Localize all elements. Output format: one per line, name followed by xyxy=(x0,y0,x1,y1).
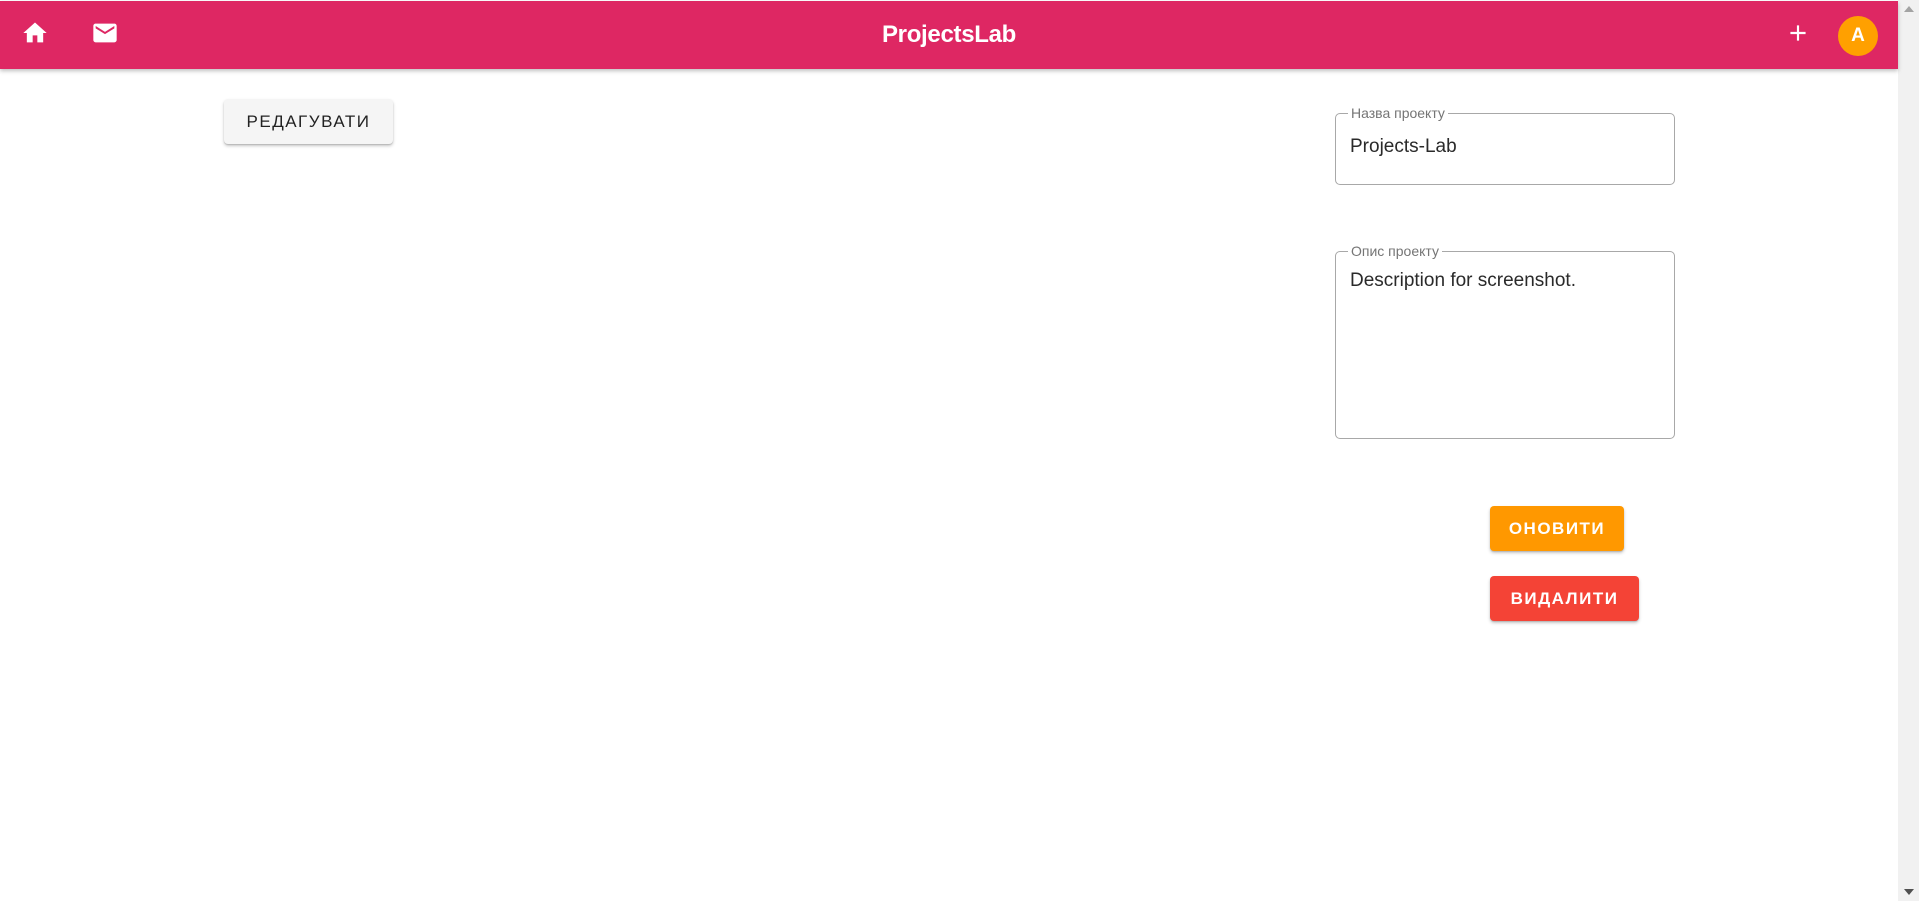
user-avatar[interactable]: A xyxy=(1838,16,1878,56)
plus-icon xyxy=(1785,20,1811,51)
project-description-field[interactable]: Опис проекту Description for screenshot. xyxy=(1335,243,1675,439)
page: ProjectsLab A РЕДАГУВАТИ Назва проекту P… xyxy=(0,0,1919,901)
project-description-label: Опис проекту xyxy=(1348,243,1442,259)
scroll-up-arrow-icon[interactable] xyxy=(1904,6,1914,12)
delete-button[interactable]: ВИДАЛИТИ xyxy=(1490,576,1639,621)
edit-button[interactable]: РЕДАГУВАТИ xyxy=(224,99,393,144)
add-project-button[interactable] xyxy=(1774,11,1822,59)
scroll-down-arrow-icon[interactable] xyxy=(1904,889,1914,895)
vertical-scrollbar[interactable] xyxy=(1898,0,1919,901)
app-title: ProjectsLab xyxy=(881,21,1017,48)
project-name-label: Назва проекту xyxy=(1348,105,1448,121)
app-bar: ProjectsLab A xyxy=(0,1,1898,69)
update-button[interactable]: ОНОВИТИ xyxy=(1490,506,1624,551)
project-name-value[interactable]: Projects-Lab xyxy=(1350,136,1457,158)
project-name-field[interactable]: Назва проекту Projects-Lab xyxy=(1335,105,1675,185)
project-description-value[interactable]: Description for screenshot. xyxy=(1350,270,1576,292)
